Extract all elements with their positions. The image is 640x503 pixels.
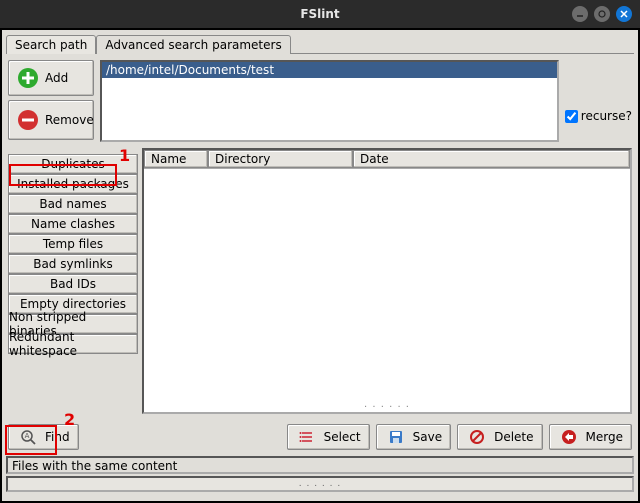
close-button[interactable]: [616, 6, 632, 22]
column-name[interactable]: Name: [144, 150, 208, 168]
tab-advanced[interactable]: Advanced search parameters: [96, 35, 290, 54]
path-buttons: Add Remove: [8, 60, 94, 142]
path-list[interactable]: /home/intel/Documents/test: [100, 60, 559, 142]
title-bar: FSlint: [0, 0, 640, 28]
tab-search-path[interactable]: Search path: [6, 35, 96, 54]
path-section: Add Remove /home/intel/Documents/test re…: [2, 54, 638, 148]
status-bar: Files with the same content: [6, 456, 634, 474]
results-pane[interactable]: Name Directory Date . . . . . .: [142, 148, 632, 414]
minus-icon: [17, 109, 39, 131]
drag-handle-icon[interactable]: . . . . . .: [364, 399, 410, 410]
close-icon: [619, 9, 629, 19]
column-date[interactable]: Date: [353, 150, 630, 168]
action-bar: A Find Select Save Delete: [2, 418, 638, 456]
progress-bar: . . . . . .: [6, 476, 634, 492]
recurse-label: recurse?: [581, 109, 632, 123]
category-bad-symlinks[interactable]: Bad symlinks: [8, 254, 138, 274]
maximize-button[interactable]: [594, 6, 610, 22]
save-button[interactable]: Save: [376, 424, 451, 450]
delete-button[interactable]: Delete: [457, 424, 542, 450]
prohibit-icon: [466, 426, 488, 448]
status-text: Files with the same content: [12, 459, 177, 473]
find-label: Find: [45, 430, 70, 444]
category-duplicates[interactable]: Duplicates: [8, 154, 138, 174]
window-title: FSlint: [300, 7, 339, 21]
add-button[interactable]: Add: [8, 60, 94, 96]
plus-icon: [17, 67, 39, 89]
column-directory[interactable]: Directory: [208, 150, 353, 168]
recurse-checkbox[interactable]: [565, 110, 578, 123]
merge-label: Merge: [586, 430, 623, 444]
app-frame: Search path Advanced search parameters A…: [0, 28, 640, 503]
progress-handle-icon: . . . . . .: [299, 479, 341, 489]
maximize-icon: [597, 9, 607, 19]
remove-label: Remove: [45, 113, 94, 127]
window-buttons: [572, 6, 640, 22]
select-button[interactable]: Select: [287, 424, 370, 450]
category-list: Duplicates Installed packages Bad names …: [8, 148, 138, 414]
merge-button[interactable]: Merge: [549, 424, 632, 450]
minimize-button[interactable]: [572, 6, 588, 22]
category-temp-files[interactable]: Temp files: [8, 234, 138, 254]
path-item[interactable]: /home/intel/Documents/test: [102, 62, 557, 78]
search-tabs: Search path Advanced search parameters: [2, 30, 638, 53]
add-label: Add: [45, 71, 68, 85]
save-label: Save: [413, 430, 442, 444]
save-icon: [385, 426, 407, 448]
list-icon: [296, 426, 318, 448]
find-button[interactable]: A Find: [8, 424, 79, 450]
category-name-clashes[interactable]: Name clashes: [8, 214, 138, 234]
category-redundant-whitespace[interactable]: Redundant whitespace: [8, 334, 138, 354]
category-bad-ids[interactable]: Bad IDs: [8, 274, 138, 294]
minimize-icon: [575, 9, 585, 19]
main-section: Duplicates Installed packages Bad names …: [2, 148, 638, 418]
recurse-option: recurse?: [565, 60, 632, 142]
category-installed-packages[interactable]: Installed packages: [8, 174, 138, 194]
results-header: Name Directory Date: [144, 150, 630, 169]
svg-text:A: A: [25, 432, 30, 440]
select-label: Select: [324, 430, 361, 444]
merge-icon: [558, 426, 580, 448]
remove-button[interactable]: Remove: [8, 100, 94, 140]
delete-label: Delete: [494, 430, 533, 444]
find-icon: A: [17, 426, 39, 448]
category-bad-names[interactable]: Bad names: [8, 194, 138, 214]
